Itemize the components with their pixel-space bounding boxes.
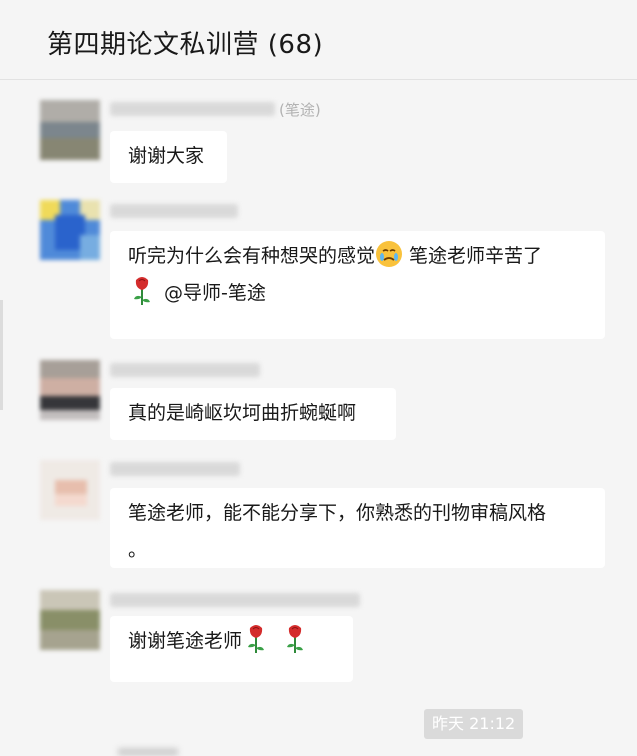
message-bubble[interactable]: 真的是崎岖坎坷曲折蜿蜒啊 bbox=[110, 388, 396, 440]
avatar[interactable] bbox=[40, 200, 100, 260]
avatar[interactable] bbox=[40, 590, 100, 650]
message-text: 听完为什么会有种想哭的感觉 bbox=[128, 245, 376, 267]
message-bubble[interactable]: 笔途老师，能不能分享下，你熟悉的刊物审稿风格 。 bbox=[110, 488, 605, 568]
message-text: 笔途老师辛苦了 bbox=[403, 245, 543, 267]
crying-face-icon bbox=[376, 241, 403, 267]
blurred-name bbox=[110, 204, 238, 218]
sender-name bbox=[110, 201, 238, 221]
window-edge bbox=[0, 300, 3, 410]
message-bubble[interactable]: 听完为什么会有种想哭的感觉 笔途老师辛苦了 @导师-笔途 bbox=[110, 231, 605, 339]
timestamp-badge: 昨天 21:12 bbox=[424, 709, 524, 739]
message-text: 笔途老师，能不能分享下，你熟悉的刊物审稿风格 bbox=[128, 502, 547, 524]
avatar[interactable] bbox=[40, 100, 100, 160]
blurred-next-sender bbox=[118, 748, 178, 756]
message-bubble[interactable]: 谢谢笔途老师 bbox=[110, 616, 353, 682]
rose-icon bbox=[134, 277, 150, 305]
sender-name bbox=[110, 360, 260, 380]
blurred-name bbox=[110, 593, 360, 607]
blurred-name bbox=[110, 462, 240, 476]
message-bubble[interactable]: 谢谢大家 bbox=[110, 131, 227, 183]
chat-header: 第四期论文私训营 (68) bbox=[0, 0, 637, 80]
sender-name bbox=[110, 459, 240, 479]
sender-name: (笔途) bbox=[110, 99, 321, 119]
message-text: 。 bbox=[128, 539, 148, 561]
rose-icon bbox=[287, 625, 304, 653]
message-text: 谢谢笔途老师 bbox=[128, 630, 243, 652]
message-text: 谢谢大家 bbox=[128, 145, 205, 167]
message-text: 真的是崎岖坎坷曲折蜿蜒啊 bbox=[128, 402, 357, 424]
avatar[interactable] bbox=[40, 460, 100, 520]
sender-name bbox=[110, 590, 360, 610]
avatar[interactable] bbox=[40, 360, 100, 420]
mention-link[interactable]: @导师-笔途 bbox=[164, 282, 266, 304]
blurred-name bbox=[110, 102, 275, 116]
rose-icon bbox=[248, 625, 265, 653]
sender-suffix: (笔途) bbox=[279, 100, 321, 119]
chat-title[interactable]: 第四期论文私训营 (68) bbox=[47, 24, 323, 61]
blurred-name bbox=[110, 363, 260, 377]
